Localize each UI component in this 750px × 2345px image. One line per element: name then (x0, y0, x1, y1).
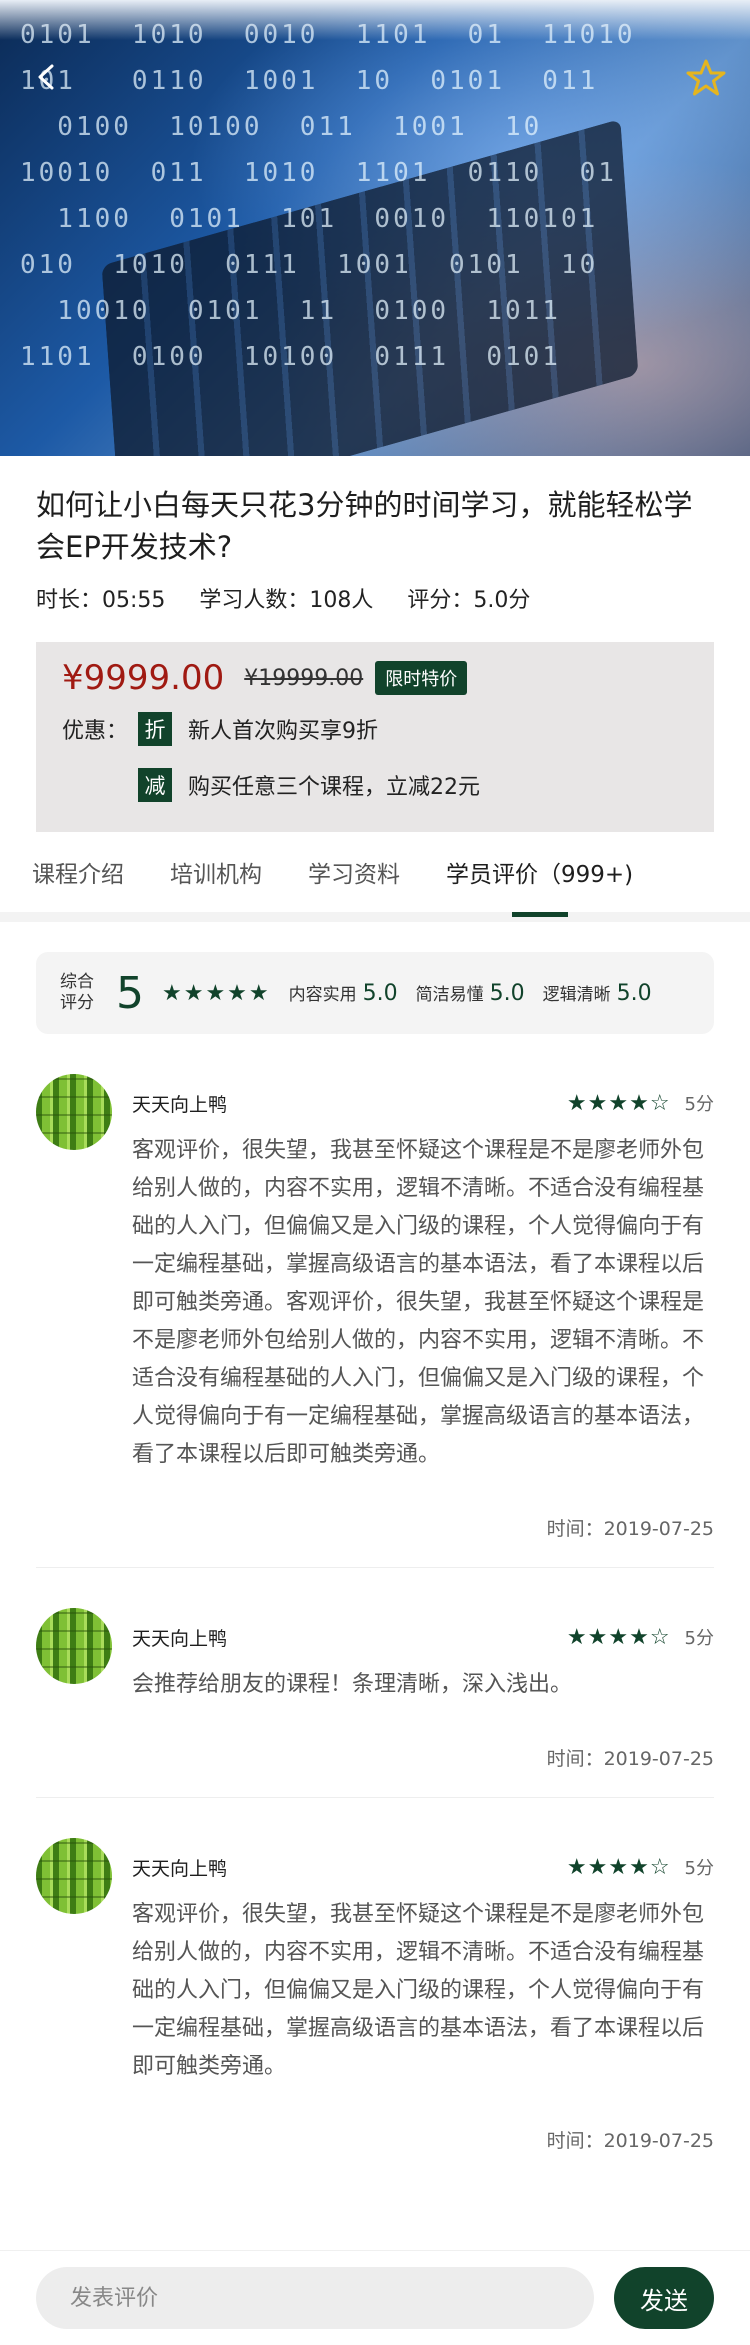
review-time: 时间：2019-07-25 (546, 2130, 714, 2152)
review-time: 时间：2019-07-25 (546, 1518, 714, 1540)
rating-summary: 综合评分 5 ★★★★★ 内容实用 5.0 简洁易懂 5.0 逻辑清晰 5.0 (36, 952, 714, 1034)
tab-course-intro[interactable]: 课程介绍 (32, 855, 124, 889)
current-price: ¥9999.00 (62, 658, 225, 698)
limited-offer-badge: 限时特价 (375, 661, 468, 695)
tab-materials[interactable]: 学习资料 (308, 855, 400, 889)
reviewer-name: 天天向上鸭 (132, 1627, 228, 1650)
reviewer-name: 天天向上鸭 (132, 1857, 228, 1880)
original-price: ¥19999.00 (244, 665, 364, 691)
star-icon (686, 59, 726, 96)
course-meta: 时长：05:55 学习人数：108人 评分：5.0分 (0, 568, 750, 614)
promo-label: 优惠： (62, 719, 129, 744)
course-tabs: 课程介绍 培训机构 学习资料 学员评价（999+) (0, 832, 750, 922)
course-cover-image: 0101 1010 0010 1101 01 11010 101 0110 10… (0, 0, 750, 456)
sub-rating-content: 内容实用 5.0 (288, 981, 398, 1006)
review-item: 天天向上鸭 ★★★★☆ 5分 客观评价，很失望，我甚至怀疑这个课程是不是廖老师外… (36, 1798, 714, 2153)
review-item: 天天向上鸭 ★★★★☆ 5分 客观评价，很失望，我甚至怀疑这个课程是不是廖老师外… (36, 1034, 714, 1568)
discount-tag: 折 (138, 712, 172, 746)
review-text: 会推荐给朋友的课程！条理清晰，深入浅出。 (132, 1672, 573, 1697)
review-stars-icon: ★★★★☆ (566, 1854, 671, 1880)
review-text: 客观评价，很失望，我甚至怀疑这个课程是不是廖老师外包给别人做的，内容不实用，逻辑… (132, 1138, 705, 1467)
review-stars-icon: ★★★★☆ (566, 1624, 671, 1650)
review-score: 5分 (684, 1858, 714, 1879)
promo-item-discount: 优惠： 折 新人首次购买享9折 (62, 712, 688, 746)
review-time: 时间：2019-07-25 (546, 1748, 714, 1770)
review-score: 5分 (684, 1094, 714, 1115)
course-rating: 评分：5.0分 (407, 588, 531, 613)
promo-text: 购买任意三个课程，立减22元 (188, 775, 480, 800)
summary-stars-icon: ★★★★★ (162, 980, 271, 1006)
course-title: 如何让小白每天只花3分钟的时间学习，就能轻松学会EP开发技术? (36, 488, 693, 564)
review-item: 天天向上鸭 ★★★★☆ 5分 会推荐给朋友的课程！条理清晰，深入浅出。 时间：2… (36, 1568, 714, 1798)
avatar[interactable] (36, 1838, 112, 1914)
comment-bar: 发送 (0, 2250, 750, 2345)
summary-score: 5 (116, 967, 144, 1019)
course-learners: 学习人数：108人 (199, 588, 374, 613)
chevron-left-icon (38, 64, 54, 90)
avatar[interactable] (36, 1608, 112, 1684)
sub-rating-clarity: 简洁易懂 5.0 (415, 981, 525, 1006)
avatar[interactable] (36, 1074, 112, 1150)
send-button[interactable]: 发送 (614, 2267, 714, 2329)
summary-label: 综合评分 (60, 972, 94, 1013)
favorite-button[interactable] (686, 58, 726, 98)
review-text: 客观评价，很失望，我甚至怀疑这个课程是不是廖老师外包给别人做的，内容不实用，逻辑… (132, 1902, 705, 2079)
tab-reviews[interactable]: 学员评价（999+) (446, 855, 633, 917)
reviewer-name: 天天向上鸭 (132, 1093, 228, 1116)
promo-item-reduction: 减 购买任意三个课程，立减22元 (62, 768, 688, 802)
promo-text: 新人首次购买享9折 (188, 719, 378, 744)
back-button[interactable] (30, 60, 64, 94)
review-stars-icon: ★★★★☆ (566, 1090, 671, 1116)
price-panel: ¥9999.00 ¥19999.00 限时特价 优惠： 折 新人首次购买享9折 … (36, 642, 714, 832)
review-score: 5分 (684, 1628, 714, 1649)
comment-input[interactable] (36, 2267, 594, 2329)
binary-code-overlay: 0101 1010 0010 1101 01 11010 101 0110 10… (20, 20, 633, 372)
sub-rating-logic: 逻辑清晰 5.0 (542, 981, 652, 1006)
tab-institution[interactable]: 培训机构 (170, 855, 262, 889)
course-duration: 时长：05:55 (36, 588, 166, 613)
reduction-tag: 减 (138, 768, 172, 802)
